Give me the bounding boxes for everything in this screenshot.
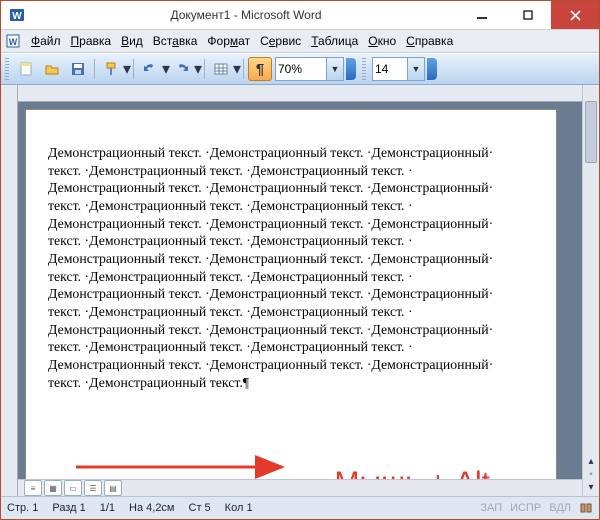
status-trk[interactable]: ИСПР — [510, 502, 541, 514]
normal-view-button[interactable]: ≡ — [24, 480, 42, 496]
show-formatting-button[interactable]: ¶ — [248, 57, 272, 81]
app-window: W Документ1 - Microsoft Word W Файл Прав… — [0, 0, 600, 520]
toolbar-separator — [133, 59, 134, 79]
status-bar: Стр. 1 Разд 1 1/1 На 4,2см Ст 5 Кол 1 ЗА… — [1, 496, 599, 519]
scroll-thumb[interactable] — [585, 101, 597, 163]
horizontal-ruler[interactable] — [18, 85, 582, 102]
toolbar-overflow[interactable] — [346, 58, 356, 80]
menu-view[interactable]: Вид — [121, 34, 143, 48]
menu-tools[interactable]: Сервис — [260, 34, 301, 48]
font-size-dropdown[interactable]: ▼ — [407, 58, 424, 80]
text-line[interactable]: текст. ·Демонстрационный текст. ·Демонст… — [48, 162, 534, 180]
text-line[interactable]: Демонстрационный текст. ·Демонстрационны… — [48, 321, 534, 339]
table-dropdown[interactable]: ▾ — [234, 58, 240, 80]
toolbar-separator — [94, 59, 95, 79]
status-rec[interactable]: ЗАП — [480, 502, 502, 514]
paper-wrap: Демонстрационный текст. ·Демонстрационны… — [18, 85, 582, 496]
word-app-icon: W — [9, 7, 25, 23]
open-button[interactable] — [40, 57, 64, 81]
text-line[interactable]: Демонстрационный текст. ·Демонстрационны… — [48, 356, 534, 374]
toolbar-overflow[interactable] — [427, 58, 437, 80]
web-view-button[interactable]: ▦ — [44, 480, 62, 496]
menu-edit[interactable]: Правка — [71, 34, 112, 48]
menu-file[interactable]: Файл — [31, 34, 61, 48]
new-doc-button[interactable] — [14, 57, 38, 81]
font-size-combo: ▼ — [372, 57, 425, 81]
text-line[interactable]: Демонстрационный текст. ·Демонстрационны… — [48, 179, 534, 197]
menu-window[interactable]: Окно — [368, 34, 396, 48]
toolbar-separator — [204, 59, 205, 79]
menu-bar: W Файл Правка Вид Вставка Формат Сервис … — [1, 30, 599, 53]
zoom-combo: ▼ — [275, 57, 344, 81]
outline-view-button[interactable]: ☰ — [84, 480, 102, 496]
maximize-button[interactable] — [505, 1, 551, 29]
text-line[interactable]: текст. ·Демонстрационный текст. ·Демонст… — [48, 338, 534, 356]
document-area: Демонстрационный текст. ·Демонстрационны… — [1, 85, 599, 496]
menu-insert[interactable]: Вставка — [153, 34, 198, 48]
toolbar-grip[interactable] — [5, 58, 9, 80]
status-col: Кол 1 — [225, 502, 253, 514]
status-ext[interactable]: ВДЛ — [549, 502, 571, 514]
format-painter-dropdown[interactable]: ▾ — [124, 58, 130, 80]
window-buttons — [459, 1, 599, 29]
redo-button[interactable] — [170, 57, 194, 81]
browse-object-icon[interactable]: ◦ — [586, 469, 596, 479]
text-line[interactable]: текст. ·Демонстрационный текст. ·Демонст… — [48, 232, 534, 250]
redo-dropdown[interactable]: ▾ — [195, 58, 201, 80]
toolbar-separator — [243, 59, 244, 79]
text-line[interactable]: текст. ·Демонстрационный текст.¶ — [48, 374, 534, 392]
window-title: Документ1 - Microsoft Word — [33, 8, 459, 22]
text-line[interactable]: текст. ·Демонстрационный текст. ·Демонст… — [48, 197, 534, 215]
zoom-input[interactable] — [276, 61, 326, 77]
annotation-arrow-icon — [76, 452, 296, 479]
close-button[interactable] — [551, 1, 599, 29]
horizontal-scrollbar[interactable]: ≡ ▦ ▭ ☰ ▤ — [18, 479, 582, 496]
book-icon[interactable] — [579, 501, 593, 515]
minimize-button[interactable] — [459, 1, 505, 29]
svg-text:W: W — [9, 37, 18, 47]
formatting-toolbar: ▼ — [362, 57, 437, 81]
menu-help[interactable]: Справка — [406, 34, 453, 48]
print-layout-button[interactable]: ▭ — [64, 480, 82, 496]
scroll-up-icon[interactable]: ▴ — [586, 456, 596, 466]
undo-dropdown[interactable]: ▾ — [163, 58, 169, 80]
status-pages: 1/1 — [100, 502, 115, 514]
table-button[interactable] — [209, 57, 233, 81]
text-line[interactable]: Демонстрационный текст. ·Демонстрационны… — [48, 144, 534, 162]
pilcrow-icon: ¶ — [256, 61, 264, 78]
standard-toolbar: ▾ ▾ ▾ ▾ ¶ ▼ ▼ — [1, 53, 599, 85]
title-bar: W Документ1 - Microsoft Word — [1, 1, 599, 30]
vertical-ruler[interactable] — [1, 85, 18, 496]
reading-view-button[interactable]: ▤ — [104, 480, 122, 496]
scroll-down-icon[interactable]: ▾ — [586, 482, 596, 492]
zoom-dropdown[interactable]: ▼ — [326, 58, 343, 80]
text-line[interactable]: Демонстрационный текст. ·Демонстрационны… — [48, 250, 534, 268]
text-line[interactable]: Демонстрационный текст. ·Демонстрационны… — [48, 285, 534, 303]
menu-table[interactable]: Таблица — [311, 34, 358, 48]
toolbar-grip[interactable] — [362, 58, 366, 80]
svg-text:W: W — [12, 11, 22, 22]
vertical-scrollbar[interactable]: ▴ ◦ ▾ — [582, 85, 599, 496]
undo-button[interactable] — [138, 57, 162, 81]
font-size-input[interactable] — [373, 61, 407, 77]
view-mode-buttons: ≡ ▦ ▭ ☰ ▤ — [18, 480, 128, 496]
page-viewport: Демонстрационный текст. ·Демонстрационны… — [18, 102, 582, 479]
status-section: Разд 1 — [52, 502, 85, 514]
document-page[interactable]: Демонстрационный текст. ·Демонстрационны… — [26, 110, 556, 479]
text-line[interactable]: текст. ·Демонстрационный текст. ·Демонст… — [48, 303, 534, 321]
status-at: На 4,2см — [129, 502, 174, 514]
format-painter-button[interactable] — [99, 57, 123, 81]
word-doc-icon[interactable]: W — [5, 33, 21, 49]
status-line: Ст 5 — [189, 502, 211, 514]
status-page: Стр. 1 — [7, 502, 38, 514]
annotation-text: Мышь + Alt — [335, 464, 490, 479]
menu-format[interactable]: Формат — [207, 34, 250, 48]
text-line[interactable]: Демонстрационный текст. ·Демонстрационны… — [48, 215, 534, 233]
text-line[interactable]: текст. ·Демонстрационный текст. ·Демонст… — [48, 268, 534, 286]
save-button[interactable] — [66, 57, 90, 81]
